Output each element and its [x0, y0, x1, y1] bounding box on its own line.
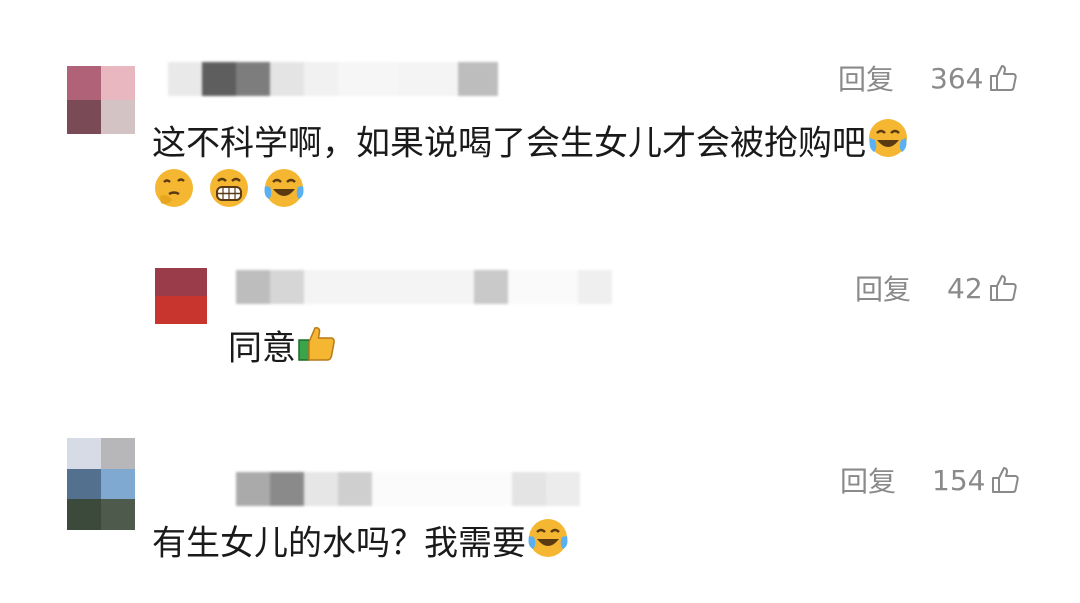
comment-emoji-line	[152, 166, 306, 224]
comment-actions: 回复 364	[838, 58, 1019, 98]
like-count: 154	[932, 463, 986, 497]
comment-text-body: 同意	[228, 328, 296, 369]
loudly-crying-laughing-emoji-icon	[866, 116, 910, 174]
comment-text-body: 有生女儿的水吗？我需要	[152, 523, 526, 564]
avatar[interactable]	[67, 66, 135, 134]
comment-text: 有生女儿的水吗？我需要	[152, 516, 570, 574]
username-blurred[interactable]	[236, 472, 580, 506]
like-count: 364	[930, 61, 984, 95]
tears-of-joy-emoji-icon	[526, 516, 570, 574]
comment-actions: 回复 42	[855, 268, 1019, 308]
comment-text-line1: 这不科学啊，如果说喝了会生女儿才会被抢购吧	[152, 123, 866, 164]
like-count: 42	[947, 271, 983, 305]
comment-actions: 回复 154	[840, 460, 1021, 500]
thinking-hand-emoji-icon	[152, 166, 196, 224]
avatar[interactable]	[67, 438, 135, 530]
reply-button[interactable]: 回复	[840, 460, 896, 500]
username-blurred[interactable]	[168, 62, 498, 96]
thumbs-up-emoji-icon	[296, 322, 338, 378]
comment-text: 同意	[228, 322, 338, 378]
comment-thread: 回复 364 这不科学啊，如果说喝了会生女儿才会被抢购吧 回复 42 同意 回复…	[0, 0, 1080, 603]
avatar[interactable]	[155, 268, 207, 324]
username-blurred[interactable]	[236, 270, 612, 304]
reply-button[interactable]: 回复	[838, 58, 894, 98]
thumbs-up-icon[interactable]	[987, 272, 1019, 304]
thumbs-up-icon[interactable]	[989, 464, 1021, 496]
grinning-teeth-emoji-icon	[207, 166, 251, 224]
tears-of-joy-emoji-icon	[262, 166, 306, 224]
reply-button[interactable]: 回复	[855, 268, 911, 308]
thumbs-up-icon[interactable]	[987, 62, 1019, 94]
